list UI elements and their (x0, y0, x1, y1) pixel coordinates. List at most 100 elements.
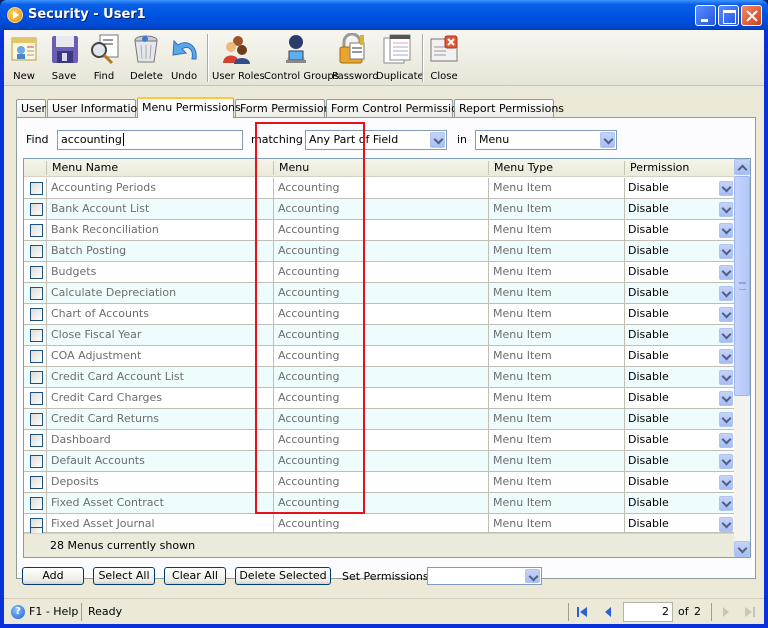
chevron-down-icon[interactable] (719, 370, 733, 385)
control-groups-button[interactable]: Control Groups (264, 33, 339, 85)
chevron-down-icon[interactable] (719, 286, 733, 301)
close-window-button[interactable] (741, 5, 762, 26)
cell-permission-select[interactable]: Disable (624, 262, 736, 283)
table-row[interactable]: Batch Posting Accounting Menu Item Disable (24, 241, 736, 262)
new-button[interactable]: New (8, 33, 40, 85)
cell-permission-select[interactable]: Disable (624, 178, 736, 199)
password-button[interactable]: Password (332, 32, 379, 85)
chevron-down-icon[interactable] (719, 265, 733, 280)
table-row[interactable]: Budgets Accounting Menu Item Disable (24, 262, 736, 283)
cell-permission-select[interactable]: Disable (624, 283, 736, 304)
chevron-down-icon[interactable] (719, 328, 733, 343)
tab-user-information[interactable]: User Information (47, 99, 144, 117)
row-checkbox[interactable] (30, 287, 43, 300)
chevron-down-icon[interactable] (719, 496, 733, 511)
chevron-down-icon[interactable] (719, 223, 733, 238)
tab-form-control-permissions[interactable]: Form Control Permissions (326, 99, 471, 117)
row-checkbox[interactable] (30, 371, 43, 384)
column-header-permission[interactable]: Permission (624, 161, 689, 175)
chevron-down-icon[interactable] (719, 433, 733, 448)
vertical-scrollbar[interactable] (734, 159, 750, 557)
tab-menu-permissions[interactable]: Menu Permissions (137, 97, 241, 118)
table-row[interactable]: Deposits Accounting Menu Item Disable (24, 472, 736, 493)
first-page-icon[interactable] (576, 606, 588, 618)
chevron-down-icon[interactable] (719, 244, 733, 259)
table-row[interactable]: Default Accounts Accounting Menu Item Disab… (24, 451, 736, 472)
cell-permission-select[interactable]: Disable (624, 304, 736, 325)
cell-permission-select[interactable]: Disable (624, 367, 736, 388)
cell-permission-select[interactable]: Disable (624, 346, 736, 367)
chevron-down-icon[interactable] (719, 412, 733, 427)
row-checkbox[interactable] (30, 476, 43, 489)
set-permissions-select[interactable] (427, 567, 542, 585)
chevron-down-icon[interactable] (600, 132, 615, 148)
cell-permission-select[interactable]: Disable (624, 325, 736, 346)
table-row[interactable]: Close Fiscal Year Accounting Menu Item Disa… (24, 325, 736, 346)
table-row[interactable]: Credit Card Account List Accounting Menu I… (24, 367, 736, 388)
cell-permission-select[interactable]: Disable (624, 241, 736, 262)
chevron-down-icon[interactable] (525, 569, 540, 583)
row-checkbox[interactable] (30, 224, 43, 237)
tab-report-permissions[interactable]: Report Permissions (454, 99, 564, 117)
table-row[interactable]: Chart of Accounts Accounting Menu Item Disa… (24, 304, 736, 325)
table-row[interactable]: Credit Card Charges Accounting Menu Item Di… (24, 388, 736, 409)
find-button[interactable]: Find (88, 33, 120, 85)
table-row[interactable]: Credit Card Returns Accounting Menu Item Di… (24, 409, 736, 430)
table-row[interactable]: Bank Account List Accounting Menu Item Disa… (24, 199, 736, 220)
delete-selected-button[interactable]: Delete Selected (235, 567, 331, 585)
duplicate-button[interactable]: Duplicate (376, 33, 424, 85)
minimize-button[interactable] (695, 5, 716, 26)
row-checkbox[interactable] (30, 182, 43, 195)
cell-permission-select[interactable]: Disable (624, 472, 736, 493)
clear-all-button[interactable]: Clear All (164, 567, 226, 585)
cell-permission-select[interactable]: Disable (624, 451, 736, 472)
help-text[interactable]: F1 - Help (29, 605, 78, 618)
row-checkbox[interactable] (30, 392, 43, 405)
user-roles-button[interactable]: User Roles (212, 33, 265, 85)
row-checkbox[interactable] (30, 413, 43, 426)
cell-permission-select[interactable]: Disable (624, 220, 736, 241)
add-button[interactable]: Add (22, 567, 84, 585)
chevron-down-icon[interactable] (719, 391, 733, 406)
column-header-menu-type[interactable]: Menu Type (488, 161, 553, 175)
chevron-down-icon[interactable] (430, 132, 445, 148)
cell-permission-select[interactable]: Disable (624, 409, 736, 430)
previous-page-icon[interactable] (602, 606, 614, 618)
table-row[interactable]: COA Adjustment Accounting Menu Item Disable (24, 346, 736, 367)
row-checkbox[interactable] (30, 266, 43, 279)
save-button[interactable]: Save (48, 33, 80, 85)
next-page-icon[interactable] (720, 606, 732, 618)
chevron-down-icon[interactable] (719, 202, 733, 217)
row-checkbox[interactable] (30, 455, 43, 468)
table-row[interactable]: Bank Reconciliation Accounting Menu Item Di… (24, 220, 736, 241)
table-row[interactable]: Dashboard Accounting Menu Item Disable (24, 430, 736, 451)
delete-button[interactable]: Delete (130, 33, 163, 85)
tab-user[interactable]: User (16, 99, 46, 117)
row-checkbox[interactable] (30, 203, 43, 216)
in-select[interactable]: Menu (475, 130, 617, 150)
cell-permission-select[interactable]: Disable (624, 388, 736, 409)
help-icon[interactable]: ? (11, 605, 25, 619)
undo-button[interactable]: Undo (168, 33, 200, 85)
select-all-button[interactable]: Select All (93, 567, 155, 585)
column-header-menu-name[interactable]: Menu Name (46, 161, 118, 175)
row-checkbox[interactable] (30, 329, 43, 342)
matching-select[interactable]: Any Part of Field (305, 130, 447, 150)
column-header-menu[interactable]: Menu (273, 161, 309, 175)
chevron-down-icon[interactable] (719, 454, 733, 469)
cell-permission-select[interactable]: Disable (624, 199, 736, 220)
table-row[interactable]: Calculate Depreciation Accounting Menu Ite… (24, 283, 736, 304)
scroll-up-button[interactable] (734, 159, 750, 175)
row-checkbox[interactable] (30, 434, 43, 447)
row-checkbox[interactable] (30, 497, 43, 510)
table-row[interactable]: Accounting Periods Accounting Menu Item Dis… (24, 178, 736, 199)
chevron-down-icon[interactable] (719, 349, 733, 364)
row-checkbox[interactable] (30, 245, 43, 258)
title-bar[interactable]: Security - User1 (0, 0, 768, 30)
find-input[interactable]: accounting (57, 130, 243, 150)
maximize-button[interactable] (718, 5, 739, 26)
chevron-down-icon[interactable] (719, 307, 733, 322)
row-checkbox[interactable] (30, 308, 43, 321)
chevron-down-icon[interactable] (719, 475, 733, 490)
close-button[interactable]: Close (428, 33, 460, 85)
